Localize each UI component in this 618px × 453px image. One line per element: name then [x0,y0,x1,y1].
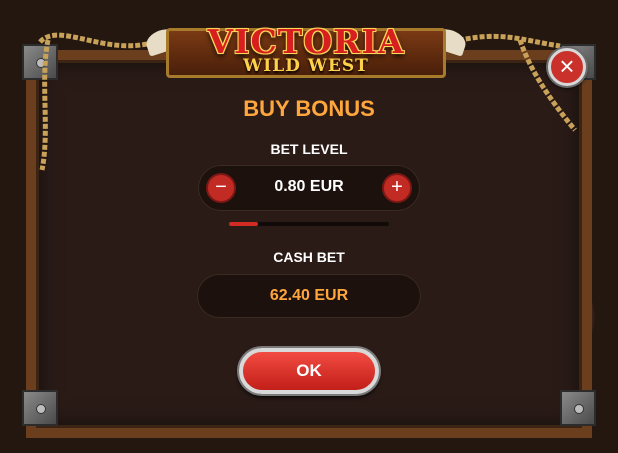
bet-level-stepper: − 0.80 EUR + [198,165,420,211]
bet-level-label: BET LEVEL [270,141,348,157]
decrease-bet-button[interactable]: − [206,173,236,203]
dialog-title: BUY BONUS [243,96,375,121]
logo-subtitle: WILD WEST [243,56,369,76]
bet-level-value: 0.80 EUR [274,178,344,195]
ok-button[interactable]: OK [239,348,379,394]
close-button[interactable]: × [548,48,586,86]
minus-icon: − [215,176,227,198]
bet-level-slider[interactable] [229,222,389,226]
cash-bet-value: 62.40 EUR [269,287,349,304]
close-icon: × [559,51,575,81]
plus-icon: + [391,176,403,198]
game-logo: VICTORIA WILD WEST [143,6,469,78]
bet-level-slider-fill [229,222,258,226]
increase-bet-button[interactable]: + [382,173,412,203]
cash-bet-label: CASH BET [273,249,345,265]
cash-bet-display: 62.40 EUR [197,274,421,318]
